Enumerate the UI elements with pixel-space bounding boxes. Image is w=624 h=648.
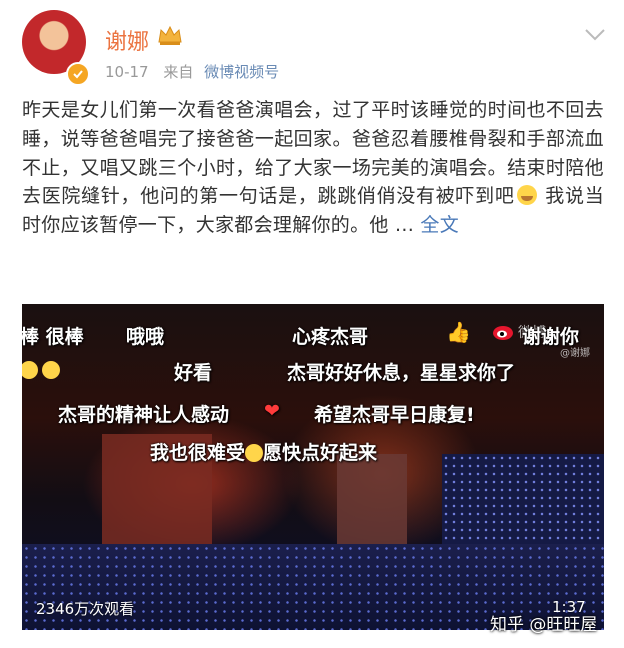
danmu-comment: 希望杰哥早日康复! [314, 404, 475, 426]
danmu-comment: 棒 很棒 [22, 326, 84, 348]
post-header: 谢娜 10-17 来自 微博视频号 [0, 0, 624, 92]
blushing-emoji-icon [42, 361, 60, 379]
stage-screen [337, 454, 407, 544]
view-count: 2346万次观看 [36, 600, 135, 618]
danmu-comment: 好看 [174, 362, 213, 384]
thumbs-up-icon: 👍 [446, 320, 471, 344]
chevron-down-icon[interactable] [584, 28, 606, 42]
post-date: 10-17 [105, 63, 149, 81]
danmu-text: 我也很难受 [150, 442, 246, 464]
crowd-lights [442, 454, 604, 554]
laughing-emoji-icon [22, 361, 38, 379]
danmu-comment: 心疼杰哥 [292, 326, 369, 348]
weibo-watermark-user: @谢娜 [560, 348, 590, 359]
danmu-comment: 杰哥好好休息，星星求你了 [287, 362, 516, 384]
zhihu-watermark: 知乎 @旺旺屋 [490, 615, 598, 635]
post-text: 昨天是女儿们第一次看爸爸演唱会，过了平时该睡觉的时间也不回去睡，说等爸爸唱完了接… [22, 96, 604, 240]
verified-badge-icon [66, 62, 90, 86]
video-player[interactable]: 棒 很棒 哦哦 心疼杰哥 👍 微博 谢谢你 @谢娜 好看 杰哥好好休息，星星求你… [22, 304, 604, 630]
username[interactable]: 谢娜 [105, 24, 149, 56]
heart-icon: ❤ [264, 400, 280, 422]
crown-icon [158, 25, 182, 45]
danmu-text: 愿快点好起来 [263, 442, 378, 464]
danmu-comment: 哦哦 [126, 326, 165, 348]
crying-emoji-icon [516, 185, 537, 206]
weibo-logo-icon [493, 326, 513, 340]
expand-full-text-link[interactable]: 全文 [420, 214, 459, 236]
source-prefix: 来自 [163, 63, 194, 81]
source-link[interactable]: 微博视频号 [204, 63, 279, 81]
danmu-comment: 我也很难受 愿快点好起来 [150, 438, 377, 465]
crying-emoji-icon [245, 444, 264, 462]
danmu-comment: 杰哥的精神让人感动 [58, 404, 230, 426]
post-meta: 10-17 来自 微博视频号 [105, 61, 279, 82]
